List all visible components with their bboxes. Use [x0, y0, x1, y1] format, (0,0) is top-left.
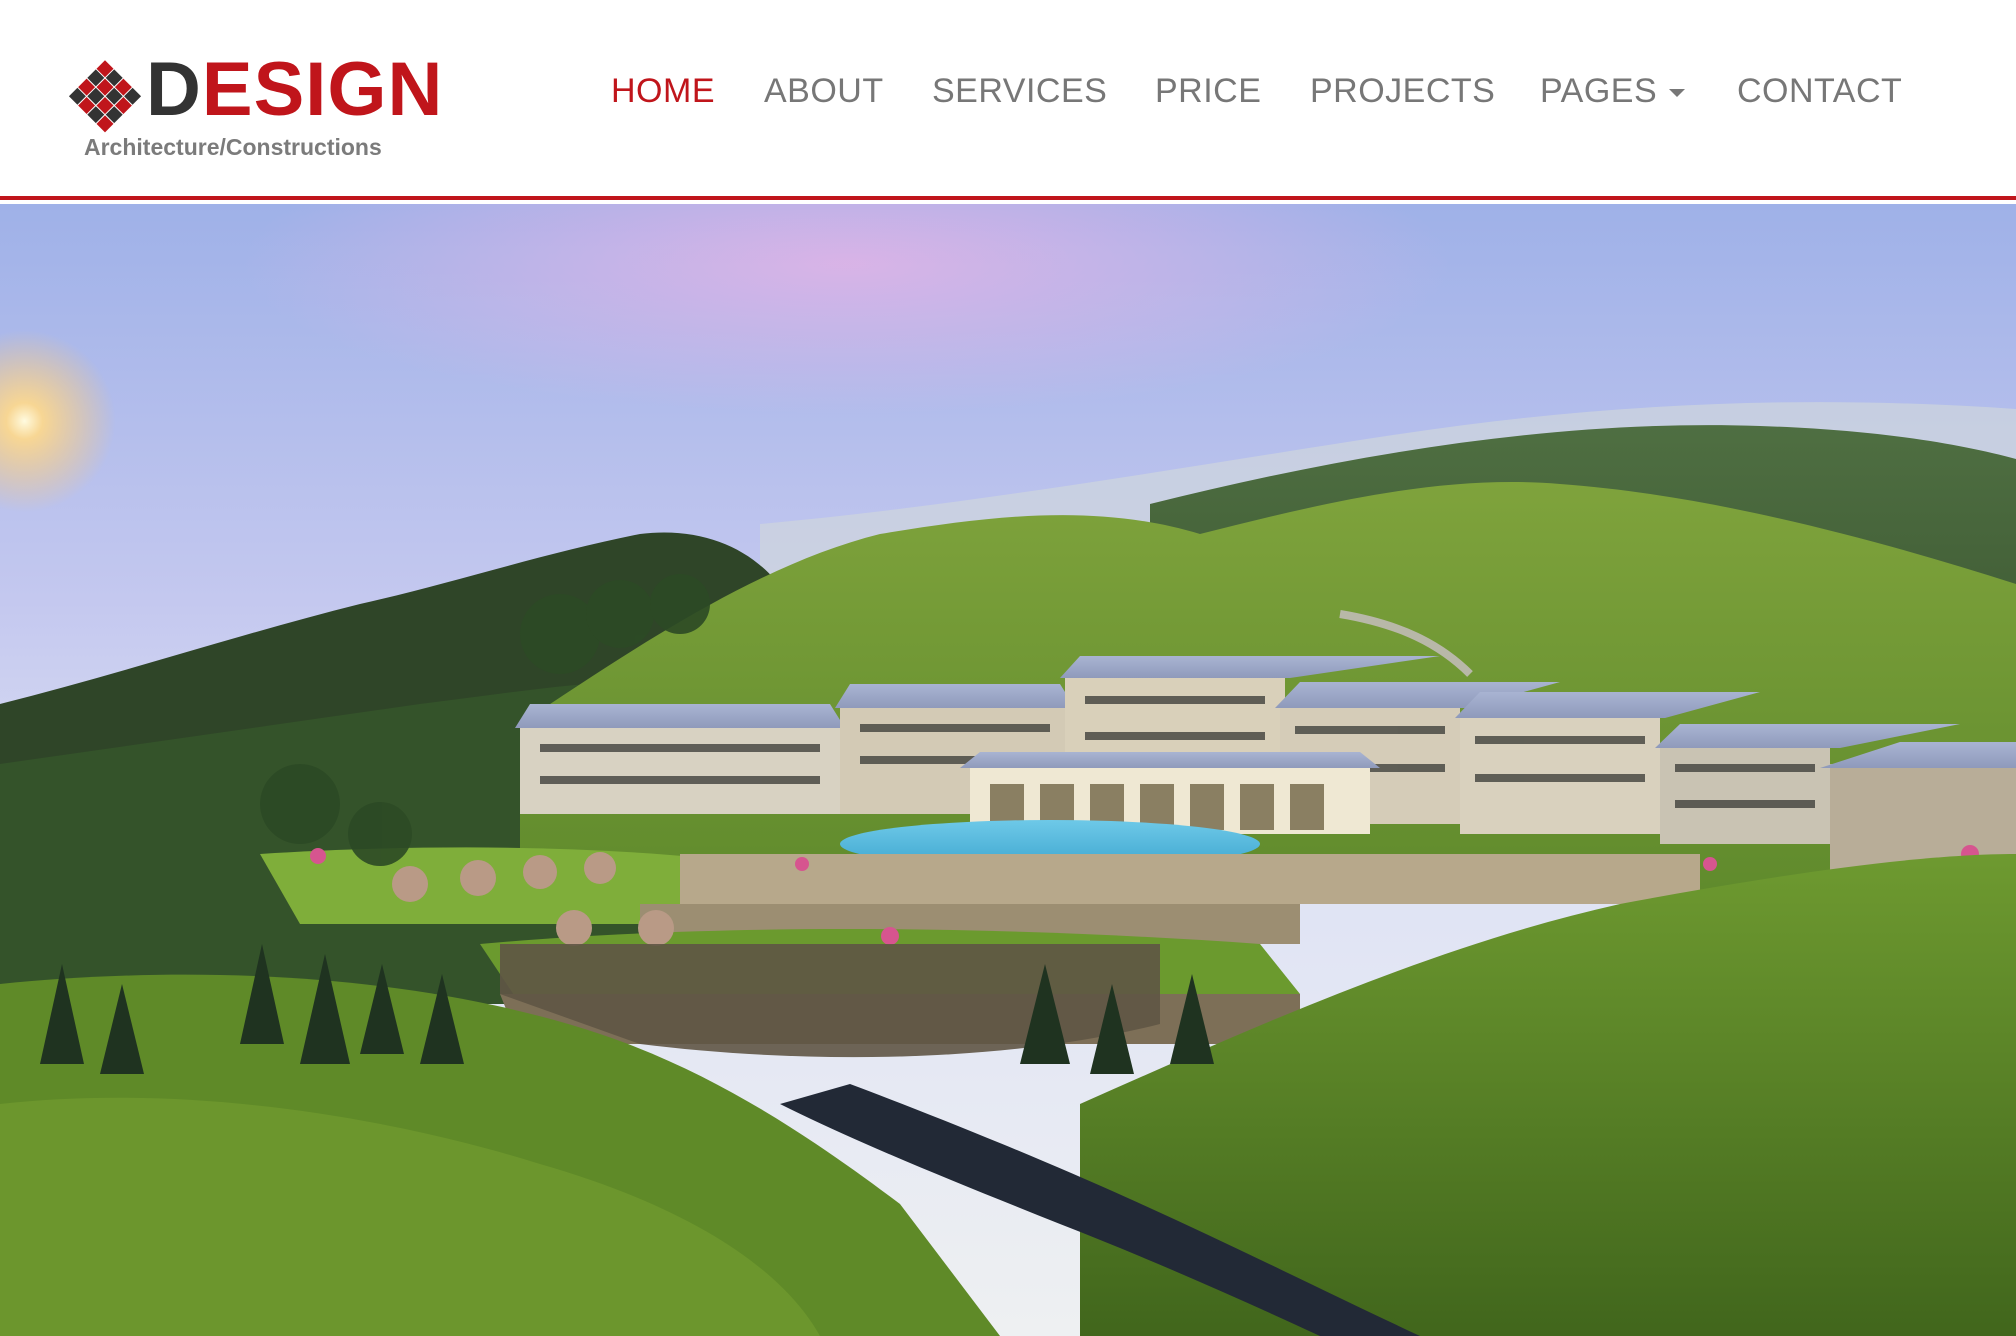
nav-home[interactable]: HOME — [611, 72, 715, 111]
nav-about[interactable]: ABOUT — [764, 72, 884, 111]
caret-down-icon — [1669, 89, 1686, 98]
nav-projects[interactable]: PROJECTS — [1310, 72, 1495, 111]
nav-pages-dropdown[interactable]: PAGES — [1540, 72, 1686, 111]
checkered-diamond-logo-icon — [68, 60, 142, 133]
logo-wordmark: DESIGN — [146, 47, 444, 132]
logo-tagline: Architecture/Constructions — [84, 134, 382, 160]
site-logo[interactable]: DESIGN Architecture/Constructions — [68, 52, 442, 166]
nav-services[interactable]: SERVICES — [932, 72, 1107, 111]
hero-resort-image — [0, 204, 2016, 1336]
nav-pages-label: PAGES — [1540, 72, 1658, 110]
hero-banner — [0, 204, 2016, 1336]
site-header: DESIGN Architecture/Constructions HOME A… — [0, 0, 2016, 200]
nav-contact[interactable]: CONTACT — [1737, 72, 1902, 111]
nav-price[interactable]: PRICE — [1155, 72, 1261, 111]
